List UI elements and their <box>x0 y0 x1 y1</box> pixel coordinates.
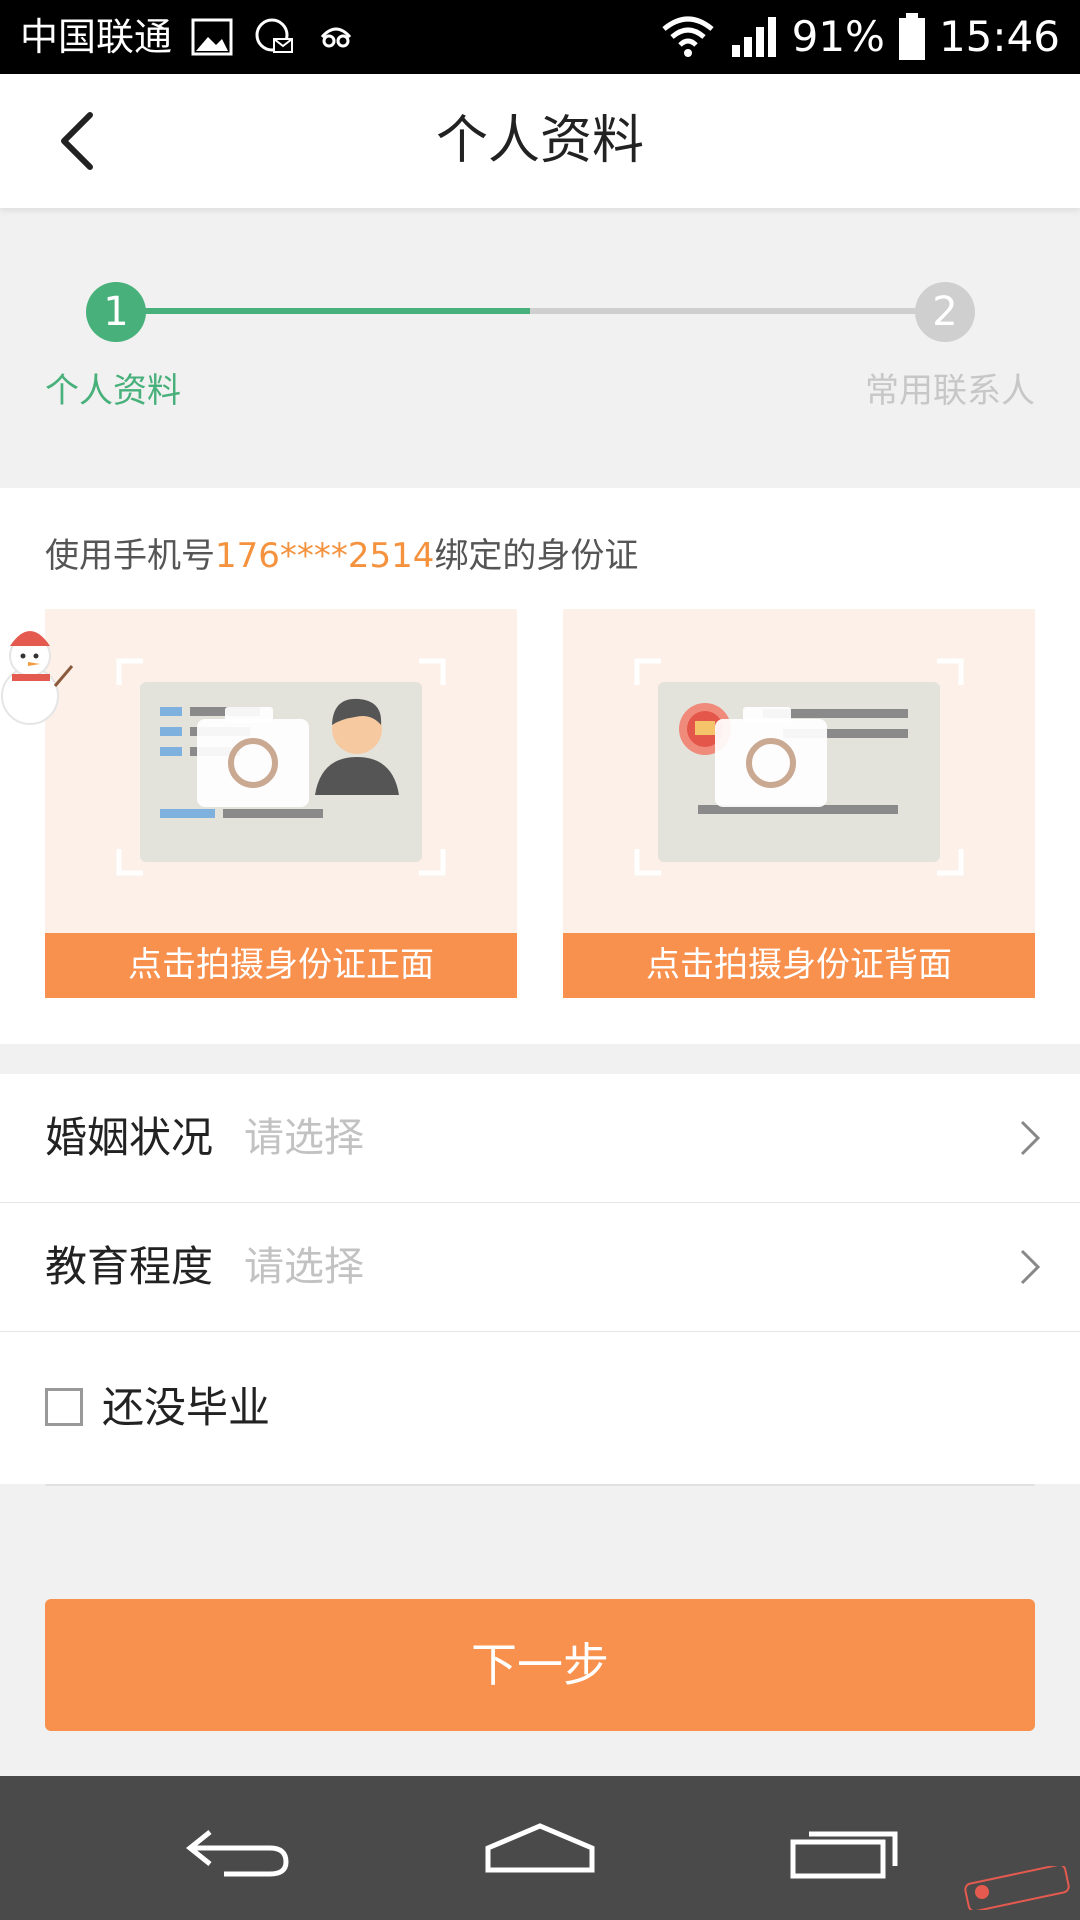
signal-icon <box>731 17 776 57</box>
bound-phone-number: 176****2514 <box>215 536 435 576</box>
not-graduated-label[interactable]: 还没毕业 <box>102 1332 270 1484</box>
wifi-icon <box>661 16 714 57</box>
marital-status-label: 婚姻状况 <box>45 1113 214 1162</box>
marital-status-row[interactable]: 婚姻状况 请选择 <box>0 1074 1080 1202</box>
watermark-logo <box>964 1866 1070 1910</box>
not-graduated-checkbox[interactable] <box>45 1388 83 1426</box>
gallery-icon <box>191 18 233 56</box>
hint-suffix: 绑定的身份证 <box>434 536 639 576</box>
chevron-right-icon <box>1020 1249 1041 1285</box>
step-1-indicator: 1 <box>86 282 146 342</box>
carrier-name: 中国联通 <box>20 15 173 59</box>
education-level-placeholder: 请选择 <box>244 1244 364 1290</box>
chevron-right-icon <box>1020 1120 1041 1156</box>
step-2-label: 常用联系人 <box>865 371 1035 411</box>
back-arrow-icon[interactable] <box>50 109 110 173</box>
id-card-section: 使用手机号176****2514绑定的身份证 点击拍摄身份证正面 点击拍摄身份证… <box>0 488 1080 1044</box>
id-front-button[interactable]: 点击拍摄身份证正面 <box>45 933 517 998</box>
id-binding-hint: 使用手机号176****2514绑定的身份证 <box>45 528 638 577</box>
status-left: 中国联通 <box>20 0 358 74</box>
id-card-back-upload[interactable]: 点击拍摄身份证背面 <box>563 609 1035 998</box>
next-step-button[interactable]: 下一步 <box>45 1599 1035 1731</box>
progress-stepper: 1 2 个人资料 常用联系人 <box>0 208 1080 488</box>
not-graduated-row: 还没毕业 <box>0 1332 1080 1484</box>
education-level-row[interactable]: 教育程度 请选择 <box>0 1203 1080 1331</box>
id-card-front-upload[interactable]: 点击拍摄身份证正面 <box>45 609 517 998</box>
section-divider <box>45 1484 1035 1486</box>
status-right: 91% 15:46 <box>660 0 1060 74</box>
step-1-label: 个人资料 <box>45 371 181 411</box>
clock: 15:46 <box>938 12 1060 61</box>
sync-mail-icon <box>255 18 294 53</box>
id-back-button[interactable]: 点击拍摄身份证背面 <box>563 933 1035 998</box>
page-title: 个人资料 <box>435 111 644 171</box>
nav-back-icon[interactable] <box>180 1812 300 1884</box>
id-card-back-illustration <box>634 658 964 876</box>
marital-status-placeholder: 请选择 <box>244 1115 364 1161</box>
battery-percent: 91% <box>791 12 885 61</box>
snowman-float-icon[interactable] <box>0 616 76 726</box>
nav-recent-apps-icon[interactable] <box>785 1812 905 1884</box>
nav-home-icon[interactable] <box>480 1812 600 1884</box>
title-bar: 个人资料 <box>0 74 1080 208</box>
system-nav-bar <box>0 1776 1080 1920</box>
battery-icon <box>898 13 925 60</box>
incognito-icon <box>320 27 352 48</box>
hint-prefix: 使用手机号 <box>45 536 215 576</box>
step-line-pending <box>530 308 950 314</box>
status-bar: 中国联通 91% 15:46 <box>0 0 1080 74</box>
step-line-complete <box>116 308 530 314</box>
education-level-label: 教育程度 <box>45 1242 214 1291</box>
step-2-indicator: 2 <box>915 282 975 342</box>
id-card-front-illustration <box>116 658 446 876</box>
